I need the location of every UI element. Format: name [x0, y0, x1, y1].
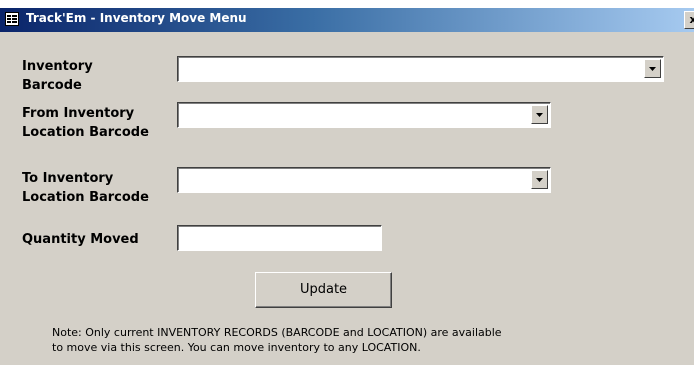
from-location-dropdown-button[interactable] — [531, 105, 548, 124]
note-text: Note: Only current INVENTORY RECORDS (BA… — [52, 325, 652, 355]
close-button[interactable]: x — [684, 11, 694, 29]
inventory-barcode-dropdown-button[interactable] — [644, 59, 661, 78]
from-location-label-line1: From Inventory — [22, 106, 135, 121]
inventory-barcode-label-line1: Inventory — [22, 59, 93, 74]
to-location-dropdown-button[interactable] — [531, 170, 548, 189]
from-location-label-line2: Location Barcode — [22, 125, 149, 140]
update-button[interactable]: Update — [255, 272, 392, 308]
from-location-combobox[interactable] — [177, 102, 551, 128]
note-line1: Note: Only current INVENTORY RECORDS (BA… — [52, 326, 502, 339]
quantity-moved-label: Quantity Moved — [22, 232, 139, 247]
form-icon — [5, 12, 19, 26]
to-location-label-line1: To Inventory — [22, 171, 114, 186]
chevron-down-icon — [536, 178, 543, 182]
to-location-label: To Inventory Location Barcode — [22, 169, 149, 207]
from-location-label: From Inventory Location Barcode — [22, 104, 149, 142]
to-location-combobox[interactable] — [177, 167, 551, 193]
note-line2: to move via this screen. You can move in… — [52, 341, 421, 354]
inventory-barcode-combobox[interactable] — [177, 56, 664, 82]
to-location-label-line2: Location Barcode — [22, 190, 149, 205]
chevron-down-icon — [536, 113, 543, 117]
title-bar: Track'Em - Inventory Move Menu x — [0, 8, 694, 32]
chevron-down-icon — [649, 67, 656, 71]
window-title: Track'Em - Inventory Move Menu — [26, 11, 247, 25]
inventory-barcode-label-line2: Barcode — [22, 78, 82, 93]
inventory-barcode-label: Inventory Barcode — [22, 57, 93, 95]
form-body: Inventory Barcode From Inventory Locatio… — [0, 32, 694, 365]
quantity-moved-input[interactable] — [177, 225, 382, 251]
